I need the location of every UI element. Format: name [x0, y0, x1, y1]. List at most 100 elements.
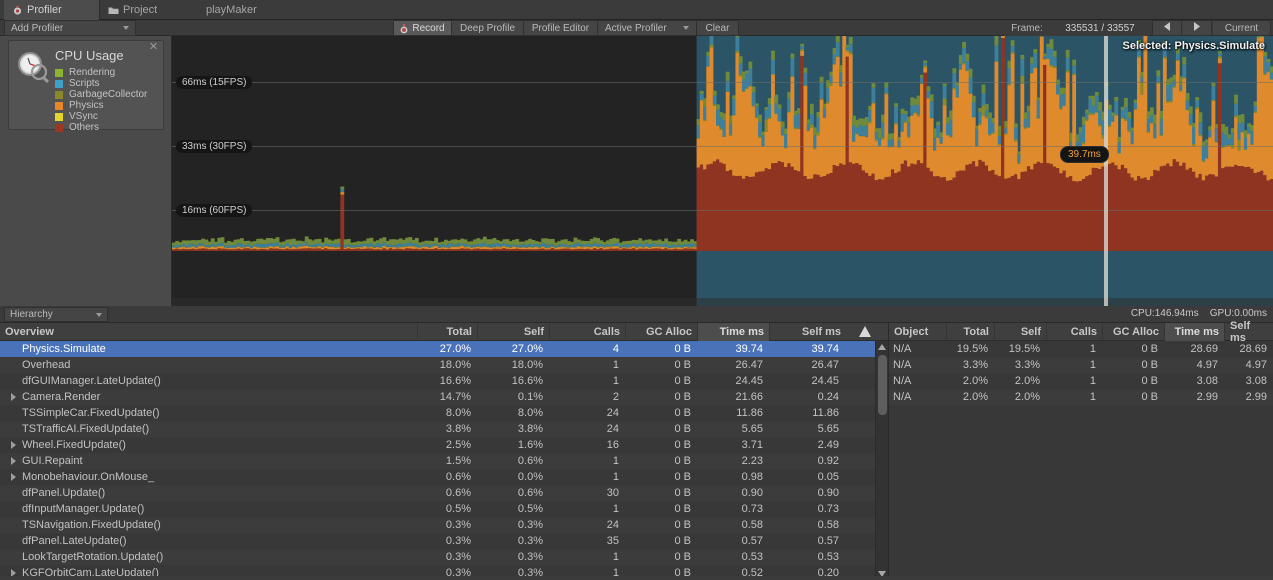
table-row[interactable]: dfGUIManager.LateUpdate() 16.6% 16.6% 1 0 B 2…: [0, 373, 888, 389]
table-row[interactable]: dfInputManager.Update() 0.5% 0.5% 1 0 B 0.73 0…: [0, 501, 888, 517]
column-header-gc-alloc[interactable]: GC Alloc: [626, 323, 698, 341]
column-header-time-ms[interactable]: Time ms: [698, 323, 770, 341]
gpu-stat: GPU:0.00ms: [1209, 308, 1267, 319]
column-header-self-ms-detail[interactable]: Self ms: [1225, 320, 1273, 344]
row-total: 0.3%: [445, 535, 471, 547]
cpu-usage-legend[interactable]: ✕ CPU Usage Rendering Scripts GarbageCol…: [8, 40, 164, 133]
selected-sample-label: Selected: Physics.Simulate: [1122, 40, 1265, 52]
chevron-down-icon: [123, 26, 129, 30]
row-object: N/A: [893, 375, 912, 387]
row-calls: 1: [612, 551, 619, 563]
row-total: 3.3%: [962, 359, 988, 371]
row-calls: 1: [612, 471, 619, 483]
row-calls: 24: [606, 423, 619, 435]
row-time: 2.23: [741, 455, 763, 467]
tab-project[interactable]: Project: [100, 0, 188, 20]
add-profiler-dropdown[interactable]: Add Profiler: [4, 20, 136, 36]
scroll-up-icon[interactable]: [878, 344, 886, 350]
table-row[interactable]: TSNavigation.FixedUpdate() 0.3% 0.3% 24 0 B 0…: [0, 517, 888, 533]
row-sample-name: TSNavigation.FixedUpdate(): [22, 519, 161, 531]
legend-item-rendering[interactable]: Rendering: [55, 67, 147, 78]
column-header-self[interactable]: Self: [478, 323, 550, 341]
tab-playmaker[interactable]: playMaker: [196, 0, 286, 20]
table-row[interactable]: N/A 2.0% 2.0% 1 0 B 2.99 2.99: [889, 389, 1273, 405]
column-header-total-detail[interactable]: Total: [947, 323, 995, 341]
column-header-object[interactable]: Object: [889, 323, 947, 341]
sort-ascending-icon[interactable]: [859, 326, 871, 337]
row-selfms: 0.24: [817, 391, 839, 403]
row-sample-name: Overhead: [22, 359, 71, 371]
table-row[interactable]: Physics.Simulate 27.0% 27.0% 4 0 B 39.74 39.74: [0, 341, 888, 357]
cpu-usage-chart[interactable]: 66ms (15FPS) 33ms (30FPS) 16ms (60FPS) 3…: [172, 36, 1273, 306]
row-object: N/A: [893, 391, 912, 403]
legend-item-garbagecollector[interactable]: GarbageCollector: [55, 89, 147, 100]
overview-table-scrollbar[interactable]: [875, 341, 888, 580]
record-button[interactable]: Record: [393, 20, 452, 36]
row-selfms: 3.08: [1245, 375, 1267, 387]
axis-label-16ms: 16ms (60FPS): [176, 204, 253, 217]
active-profiler-dropdown[interactable]: Active Profiler: [598, 20, 697, 36]
column-header-overview[interactable]: Overview: [0, 323, 418, 341]
legend-item-scripts[interactable]: Scripts: [55, 78, 147, 89]
expand-arrow-icon[interactable]: [11, 473, 16, 481]
column-header-self-detail[interactable]: Self: [995, 323, 1047, 341]
profile-editor-button[interactable]: Profile Editor: [524, 20, 598, 36]
legend-item-others[interactable]: Others: [55, 122, 147, 133]
row-selfms: 2.99: [1245, 391, 1267, 403]
row-calls: 1: [612, 503, 619, 515]
current-frame-marker[interactable]: [1104, 36, 1108, 306]
tab-profiler[interactable]: Profiler: [4, 0, 100, 20]
detail-table-body: N/A 19.5% 19.5% 1 0 B 28.69 28.69 N/A 3.3% 3.3% 1 0…: [889, 341, 1273, 580]
hierarchy-view-dropdown[interactable]: Hierarchy: [4, 307, 108, 322]
column-header-calls[interactable]: Calls: [550, 323, 626, 341]
next-frame-button[interactable]: [1182, 20, 1212, 36]
record-icon: [400, 23, 408, 33]
table-row[interactable]: Overhead 18.0% 18.0% 1 0 B 26.47 26.47: [0, 357, 888, 373]
row-gc: 0 B: [674, 535, 691, 547]
row-self: 2.0%: [1014, 375, 1040, 387]
table-row[interactable]: Wheel.FixedUpdate() 2.5% 1.6% 16 0 B 3.71 2.49: [0, 437, 888, 453]
table-row[interactable]: N/A 3.3% 3.3% 1 0 B 4.97 4.97: [889, 357, 1273, 373]
close-icon[interactable]: ✕: [148, 42, 159, 53]
current-frame-button[interactable]: Current: [1213, 20, 1271, 36]
tab-profiler-label: Profiler: [27, 4, 62, 16]
table-row[interactable]: LookTargetRotation.Update() 0.3% 0.3% 1 0 B 0…: [0, 549, 888, 565]
row-calls: 1: [1089, 343, 1096, 355]
tab-playmaker-label: playMaker: [206, 4, 257, 16]
column-header-self-ms[interactable]: Self ms: [770, 323, 846, 341]
column-header-calls-detail[interactable]: Calls: [1047, 323, 1103, 341]
table-row[interactable]: N/A 2.0% 2.0% 1 0 B 3.08 3.08: [889, 373, 1273, 389]
hierarchy-view-label: Hierarchy: [10, 309, 53, 320]
column-header-total[interactable]: Total: [418, 323, 478, 341]
folder-icon: [108, 5, 119, 16]
legend-item-vsync[interactable]: VSync: [55, 111, 147, 122]
deep-profile-button[interactable]: Deep Profile: [452, 20, 524, 36]
expand-arrow-icon[interactable]: [11, 441, 16, 449]
legend-item-physics[interactable]: Physics: [55, 100, 147, 111]
table-row[interactable]: TSSimpleCar.FixedUpdate() 8.0% 8.0% 24 0 B 11…: [0, 405, 888, 421]
table-row[interactable]: Camera.Render 14.7% 0.1% 2 0 B 21.66 0.24: [0, 389, 888, 405]
row-time: 0.53: [741, 551, 763, 563]
row-self: 0.0%: [517, 471, 543, 483]
row-selfms: 2.49: [817, 439, 839, 451]
clear-button[interactable]: Clear: [697, 20, 739, 36]
table-row[interactable]: dfPanel.LateUpdate() 0.3% 0.3% 35 0 B 0.57 0.5…: [0, 533, 888, 549]
table-row[interactable]: Monobehaviour.OnMouse_ 0.6% 0.0% 1 0 B 0.98 0.…: [0, 469, 888, 485]
table-row[interactable]: TSTrafficAI.FixedUpdate() 3.8% 3.8% 24 0 B 5.…: [0, 421, 888, 437]
row-gc: 0 B: [1141, 375, 1158, 387]
expand-arrow-icon[interactable]: [11, 393, 16, 401]
row-calls: 30: [606, 487, 619, 499]
prev-frame-button[interactable]: [1152, 20, 1182, 36]
table-row[interactable]: dfPanel.Update() 0.6% 0.6% 30 0 B 0.90 0.90: [0, 485, 888, 501]
expand-arrow-icon[interactable]: [11, 457, 16, 465]
column-header-gc-alloc-detail[interactable]: GC Alloc: [1103, 323, 1165, 341]
table-row[interactable]: N/A 19.5% 19.5% 1 0 B 28.69 28.69: [889, 341, 1273, 357]
row-time: 4.97: [1196, 359, 1218, 371]
row-selfms: 0.90: [817, 487, 839, 499]
physics-swatch-icon: [55, 101, 63, 110]
row-total: 27.0%: [439, 343, 471, 355]
row-sample-name: dfGUIManager.LateUpdate(): [22, 375, 161, 387]
scrollbar-thumb[interactable]: [878, 355, 887, 415]
table-row[interactable]: GUI.Repaint 1.5% 0.6% 1 0 B 2.23 0.92: [0, 453, 888, 469]
column-header-time-ms-detail[interactable]: Time ms: [1165, 323, 1225, 341]
